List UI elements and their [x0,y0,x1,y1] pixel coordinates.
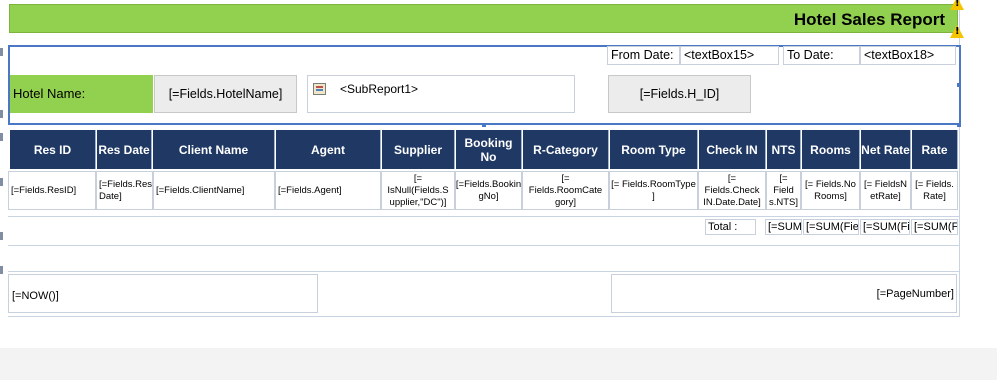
column-header-agent[interactable]: Agent [276,130,381,169]
detail-cell-booking-no[interactable]: [=Fields.Bookin gNo] [455,171,522,210]
detail-cell-supplier[interactable]: [= IsNull(Fields.S upplier,"DC")] [381,171,455,210]
subreport-icon [313,83,326,95]
from-date-textbox[interactable]: <textBox15> [680,46,779,65]
column-header-room-type[interactable]: Room Type [610,130,698,169]
detail-cell-res-id[interactable]: [=Fields.ResID] [8,171,96,210]
to-date-label[interactable]: To Date: [783,46,860,65]
resize-handle[interactable] [957,123,961,127]
sum-rate[interactable]: [=SUM(F [911,219,958,235]
page-number-text: [=PageNumber] [876,288,954,300]
column-header-net-rate[interactable]: Net Rate [861,130,911,169]
detail-cell-client-name[interactable]: [=Fields.ClientName] [153,171,275,210]
resize-handle[interactable] [482,123,486,127]
subreport-label: <SubReport1> [340,82,419,96]
section-marker [0,232,3,240]
detail-cell-nts[interactable]: [= Field s.NTS] [766,171,801,210]
column-header-booking-no[interactable]: Booking No [456,130,522,169]
column-header-rate[interactable]: Rate [912,130,958,169]
detail-cell-net-rate[interactable]: [= FieldsN etRate] [860,171,911,210]
column-header-client-name[interactable]: Client Name [153,130,275,169]
band-divider [8,216,960,217]
band-divider [8,245,960,246]
detail-cell-agent[interactable]: [=Fields.Agent] [275,171,381,210]
report-title-bar[interactable]: Hotel Sales Report [9,4,958,33]
column-header-res-date[interactable]: Res Date [97,130,152,169]
resize-handle[interactable] [957,83,961,87]
report-designer-canvas: Hotel Sales Report ! ! From Date: <textB… [0,0,997,380]
column-header-res-id[interactable]: Res ID [10,130,96,169]
sum-net-rate[interactable]: [=SUM(Fi [860,219,910,235]
report-title: Hotel Sales Report [793,10,945,29]
section-marker [0,133,3,141]
subreport-placeholder[interactable]: <SubReport1> [307,75,575,113]
hotel-name-field[interactable]: [=Fields.HotelName] [154,75,297,113]
designer-bottom-area [0,348,997,380]
now-field[interactable]: [=NOW()] [8,274,318,313]
sum-rooms[interactable]: [=SUM(Fiel [803,219,859,235]
sum-nts[interactable]: [=SUM [765,219,802,235]
warning-icon[interactable]: ! [950,25,964,38]
detail-cell-res-date[interactable]: [=Fields.Res Date] [96,171,153,210]
detail-cell-r-category[interactable]: [= Fields.RoomCate gory] [522,171,609,210]
report-bottom-edge [8,316,960,317]
from-date-label[interactable]: From Date: [607,46,680,65]
now-field-text: [=NOW()] [12,290,59,302]
total-label[interactable]: Total : [705,219,756,235]
warning-icon[interactable]: ! [950,0,964,10]
section-marker [0,178,3,186]
hid-field[interactable]: [=Fields.H_ID] [608,75,751,113]
column-header-rooms[interactable]: Rooms [802,130,860,169]
detail-cell-check-in[interactable]: [= Fields.Check IN.Date.Date] [698,171,766,210]
section-marker [0,266,3,274]
column-header-nts[interactable]: NTS [767,130,801,169]
column-header-supplier[interactable]: Supplier [382,130,455,169]
section-marker [0,110,3,118]
detail-cell-rate[interactable]: [= Fields. Rate] [911,171,958,210]
section-marker [0,48,3,56]
column-header-check-in[interactable]: Check IN [699,130,766,169]
detail-cell-rooms[interactable]: [= Fields.No Rooms] [801,171,860,210]
page-number-field[interactable]: [=PageNumber] [611,274,957,313]
hotel-name-label[interactable]: Hotel Name: [10,75,153,113]
detail-cell-room-type[interactable]: [= Fields.RoomType ] [609,171,698,210]
band-divider [8,271,960,272]
to-date-textbox[interactable]: <textBox18> [860,46,956,65]
column-header-r-category[interactable]: R-Category [523,130,609,169]
